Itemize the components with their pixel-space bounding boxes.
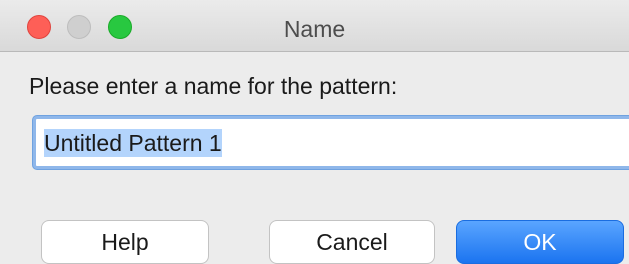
help-button[interactable]: Help [41, 220, 209, 264]
window-title: Name [283, 16, 346, 42]
name-dialog: Name Please enter a name for the pattern… [0, 0, 629, 264]
prompt-label: Please enter a name for the pattern: [29, 73, 398, 99]
pattern-name-value[interactable]: Untitled Pattern 1 [44, 128, 222, 157]
ok-button[interactable]: OK [456, 220, 624, 264]
cancel-button[interactable]: Cancel [269, 220, 435, 264]
title-bar: Name [0, 0, 629, 52]
pattern-name-input[interactable]: Untitled Pattern 1 [33, 116, 629, 169]
